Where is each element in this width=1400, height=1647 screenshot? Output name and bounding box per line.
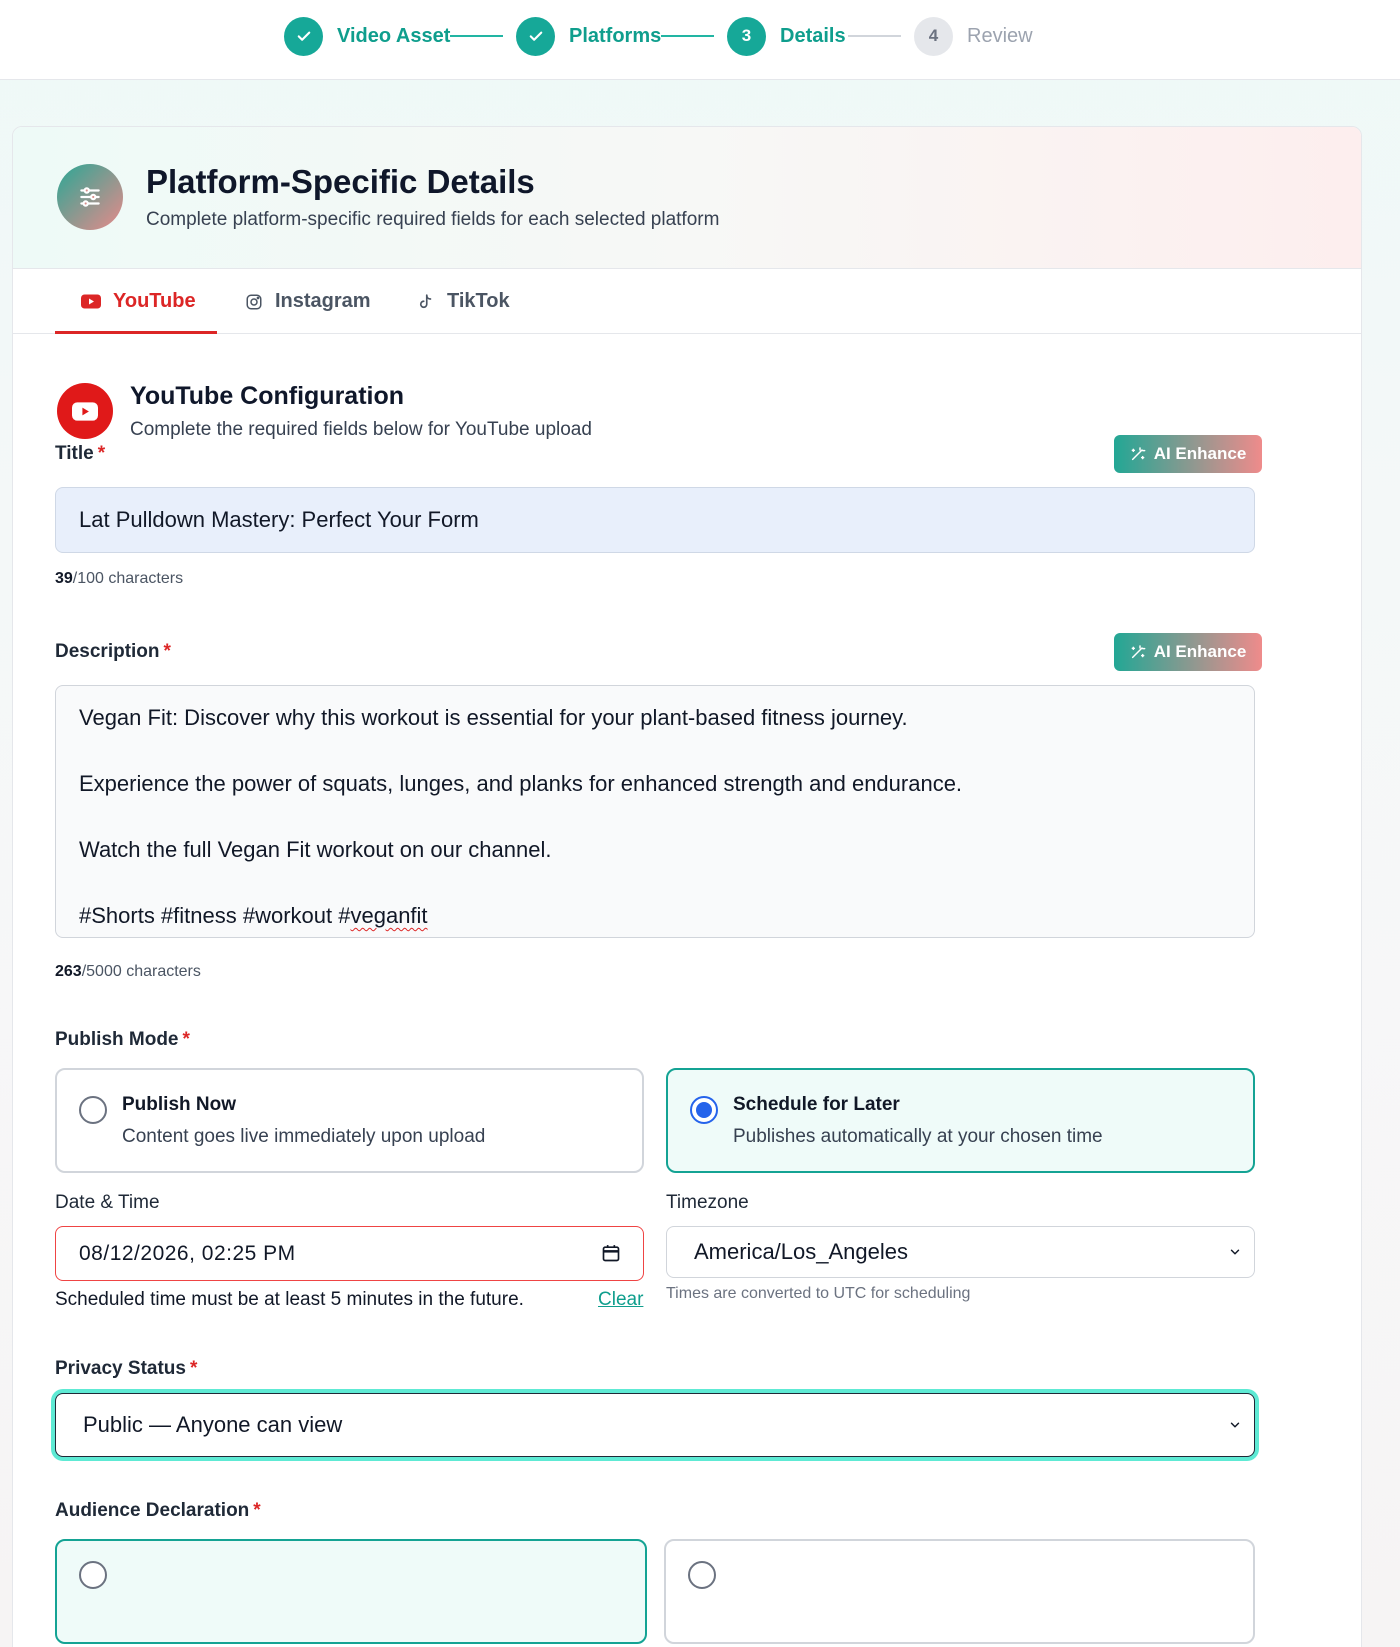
tab-label: Instagram: [275, 290, 371, 312]
hashtags: #Shorts #fitness #workout #: [79, 903, 351, 928]
audience-option-1[interactable]: [55, 1539, 647, 1644]
title-label: Title *: [55, 443, 105, 465]
audience-radio[interactable]: [688, 1561, 716, 1589]
magic-wand-icon: [1131, 645, 1146, 659]
audience-option-2[interactable]: [664, 1539, 1255, 1644]
timezone-value: America/Los_Angeles: [694, 1239, 909, 1264]
publish-now-option[interactable]: Publish Now Content goes live immediatel…: [55, 1068, 644, 1173]
step-review[interactable]: 4 Review: [914, 16, 1033, 56]
calendar-icon[interactable]: [601, 1243, 621, 1269]
option-title: Publish Now: [122, 1094, 236, 1115]
audience-radio[interactable]: [79, 1561, 107, 1589]
required-marker: *: [182, 1029, 190, 1050]
date-time-value: 08/12/2026, 02:25 PM: [79, 1241, 296, 1265]
title-ai-enhance-button[interactable]: AI Enhance: [1114, 435, 1262, 473]
option-description: Publishes automatically at your chosen t…: [733, 1126, 1103, 1147]
tiktok-icon: [417, 292, 435, 312]
instagram-icon: [245, 293, 263, 311]
youtube-icon: [81, 294, 101, 309]
privacy-value: Public — Anyone can view: [83, 1412, 343, 1437]
tab-tiktok[interactable]: TikTok: [417, 269, 510, 334]
description-label: Description *: [55, 641, 171, 663]
required-marker: *: [97, 443, 106, 464]
ai-enhance-label: AI Enhance: [1153, 642, 1247, 661]
description-line: Watch the full Vegan Fit workout on our …: [79, 837, 552, 862]
details-card: Platform-Specific Details Complete platf…: [12, 126, 1362, 1647]
youtube-icon: [57, 383, 113, 439]
title-char-counter: 39/100 characters: [55, 570, 183, 588]
description-line: Vegan Fit: Discover why this workout is …: [79, 705, 908, 730]
description-char-counter: 263/5000 characters: [55, 963, 201, 981]
tab-label: YouTube: [113, 290, 196, 312]
progress-stepper: Video Asset Platforms 3 Details 4 Review: [0, 0, 1400, 80]
description-char-limit: /5000 characters: [81, 963, 201, 980]
required-marker: *: [253, 1500, 261, 1521]
title-char-count: 39: [55, 570, 73, 587]
timezone-select[interactable]: America/Los_Angeles: [666, 1226, 1255, 1278]
publish-now-radio[interactable]: [79, 1096, 107, 1124]
step-number: 3: [727, 16, 766, 56]
timezone-hint: Times are converted to UTC for schedulin…: [666, 1285, 971, 1302]
ai-enhance-label: AI Enhance: [1153, 444, 1247, 463]
tab-youtube[interactable]: YouTube: [55, 269, 217, 334]
step-details[interactable]: 3 Details: [727, 16, 846, 56]
option-title: Schedule for Later: [733, 1094, 900, 1115]
clear-date-link[interactable]: Clear: [598, 1289, 643, 1311]
audience-label-text: Audience Declaration: [55, 1500, 250, 1521]
description-textarea[interactable]: Vegan Fit: Discover why this workout is …: [55, 685, 1255, 938]
title-input[interactable]: Lat Pulldown Mastery: Perfect Your Form: [55, 487, 1255, 553]
card-header: Platform-Specific Details Complete platf…: [13, 127, 1361, 269]
step-video-asset[interactable]: Video Asset: [284, 16, 450, 56]
step-label: Video Asset: [337, 24, 451, 47]
title-char-limit: /100 characters: [72, 570, 184, 587]
tab-label: TikTok: [447, 290, 510, 312]
option-description: Content goes live immediately upon uploa…: [122, 1126, 486, 1147]
schedule-later-radio[interactable]: [690, 1096, 718, 1124]
privacy-status-label: Privacy Status *: [55, 1358, 197, 1380]
privacy-label-text: Privacy Status: [55, 1358, 186, 1379]
check-icon: [284, 16, 323, 56]
check-icon: [516, 16, 555, 56]
step-number: 4: [914, 16, 953, 56]
publish-mode-label-text: Publish Mode: [55, 1029, 179, 1050]
privacy-status-select[interactable]: Public — Anyone can view: [55, 1393, 1255, 1457]
step-connector: [450, 35, 503, 37]
step-label: Platforms: [569, 24, 662, 47]
required-marker: *: [163, 641, 171, 662]
timezone-label: Timezone: [666, 1192, 749, 1213]
description-label-text: Description: [55, 641, 160, 662]
date-time-label: Date & Time: [55, 1192, 160, 1213]
tab-instagram[interactable]: Instagram: [245, 269, 371, 334]
step-platforms[interactable]: Platforms: [516, 16, 661, 56]
date-time-error: Scheduled time must be at least 5 minute…: [55, 1289, 524, 1310]
misspelled-word: veganfit: [350, 903, 428, 928]
platform-tabs: YouTube Instagram TikTok: [13, 269, 1361, 334]
sliders-icon: [57, 164, 123, 230]
section-subtitle: Complete the required fields below for Y…: [130, 419, 592, 440]
chevron-down-icon: [1228, 1412, 1242, 1438]
section-title: YouTube Configuration: [130, 382, 405, 410]
description-ai-enhance-button[interactable]: AI Enhance: [1114, 633, 1262, 671]
required-marker: *: [189, 1358, 198, 1379]
chevron-down-icon: [1228, 1239, 1242, 1265]
schedule-later-option[interactable]: Schedule for Later Publishes automatical…: [666, 1068, 1255, 1173]
magic-wand-icon: [1131, 447, 1146, 461]
publish-mode-label: Publish Mode *: [55, 1029, 190, 1051]
step-connector: [661, 35, 714, 37]
title-label-text: Title: [55, 443, 94, 464]
page-title: Platform-Specific Details: [146, 163, 535, 200]
page-subtitle: Complete platform-specific required fiel…: [146, 209, 720, 230]
description-line: Experience the power of squats, lunges, …: [79, 771, 963, 796]
step-label: Review: [967, 24, 1033, 47]
description-char-count: 263: [55, 963, 82, 980]
step-connector: [848, 35, 901, 37]
date-time-input[interactable]: 08/12/2026, 02:25 PM: [55, 1226, 644, 1281]
description-line: #Shorts #fitness #workout #veganfit: [79, 902, 1231, 930]
step-label: Details: [780, 24, 846, 47]
audience-declaration-label: Audience Declaration *: [55, 1500, 261, 1522]
title-input-value: Lat Pulldown Mastery: Perfect Your Form: [79, 507, 479, 532]
